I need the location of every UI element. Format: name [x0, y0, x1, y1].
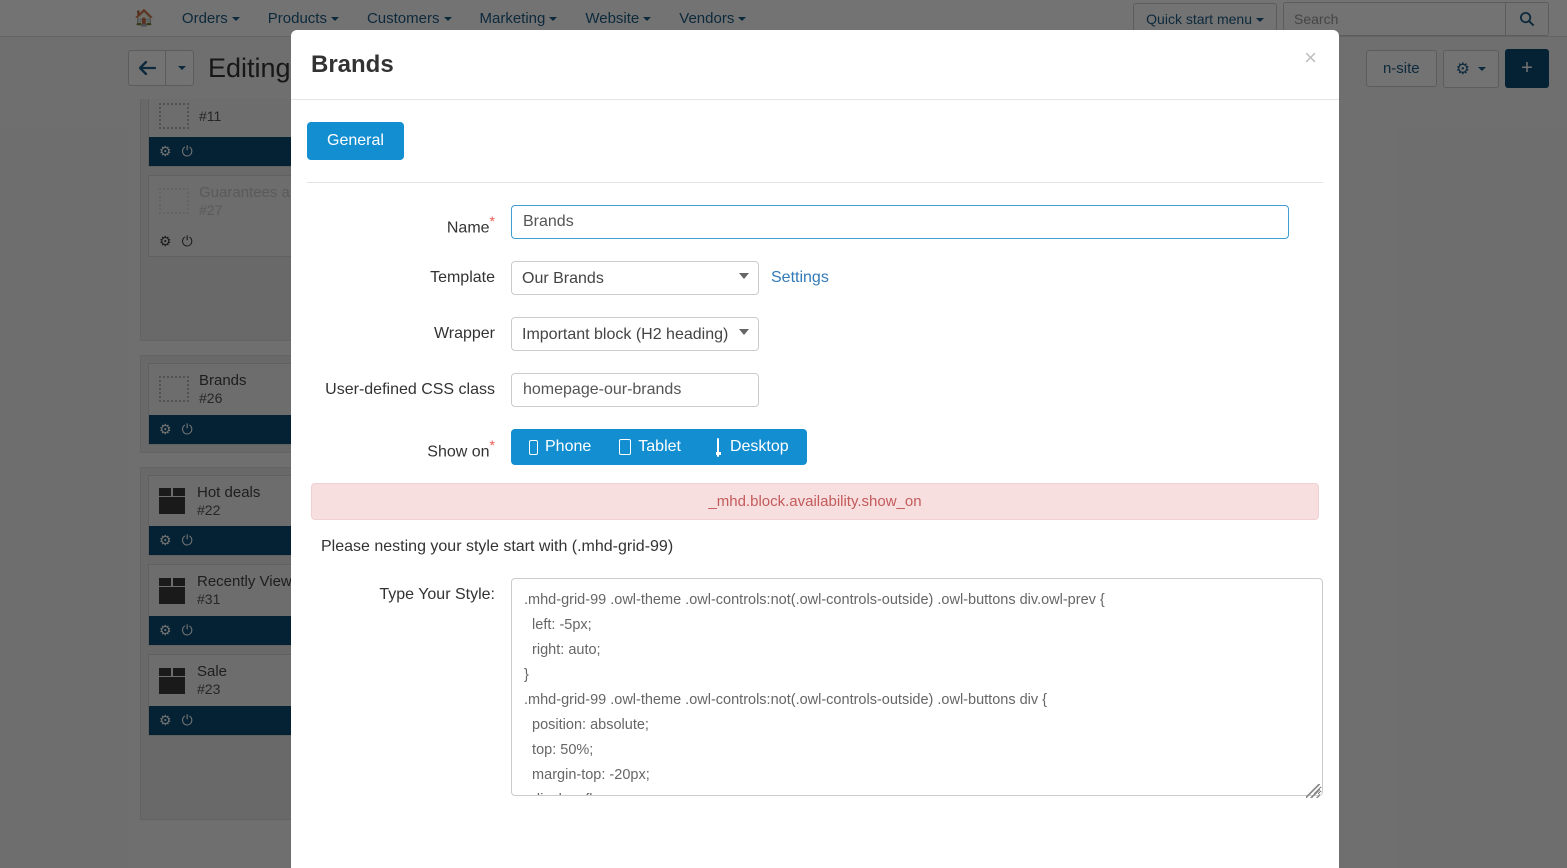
show-on-label-text: Show on	[427, 443, 490, 461]
close-icon[interactable]: ×	[1298, 46, 1323, 70]
phone-icon	[529, 439, 538, 455]
template-select-wrap: Our Brands	[511, 261, 759, 295]
name-label-text: Name	[446, 219, 490, 237]
form-row-css-class: User-defined CSS class	[307, 373, 1323, 407]
tablet-icon	[619, 439, 632, 455]
css-class-control-area	[511, 373, 1323, 407]
brands-modal: Brands × General Name* Template	[291, 30, 1339, 868]
show-on-button-group: Phone Tablet Desktop	[511, 429, 807, 465]
wrapper-select[interactable]: Important block (H2 heading)	[511, 317, 759, 351]
tab-general[interactable]: General	[307, 122, 404, 160]
modal-body: General Name* Template Our Brands	[291, 100, 1339, 801]
show-on-desktop-label: Desktop	[729, 438, 789, 455]
wrapper-label: Wrapper	[433, 325, 495, 342]
tab-bar: General	[307, 122, 1323, 160]
template-settings-link[interactable]: Settings	[771, 269, 829, 287]
form-row-wrapper: Wrapper Important block (H2 heading)	[307, 317, 1323, 351]
wrapper-select-wrap: Important block (H2 heading)	[511, 317, 759, 351]
required-marker: *	[489, 213, 495, 229]
form-row-name: Name*	[307, 205, 1323, 239]
desktop-icon	[709, 438, 728, 457]
show-on-tablet-label: Tablet	[638, 438, 681, 455]
tabs-divider	[307, 182, 1323, 183]
template-control-area: Our Brands Settings	[511, 261, 1323, 295]
modal-title: Brands	[311, 50, 394, 78]
template-label: Template	[430, 269, 495, 286]
show-on-phone-label: Phone	[545, 438, 592, 455]
css-class-input[interactable]	[511, 373, 759, 407]
form-row-template: Template Our Brands Settings	[307, 261, 1323, 295]
show-on-label: Show on*	[307, 429, 511, 461]
show-on-control-area: Phone Tablet Desktop	[511, 429, 1323, 465]
show-on-alert: _mhd.block.availability.show_on	[311, 483, 1319, 520]
wrapper-control-area: Important block (H2 heading)	[511, 317, 1323, 351]
page-root: 🏠 Orders Products Customers Marketing We…	[0, 0, 1567, 868]
style-textarea-wrap: .mhd-grid-99 .owl-theme .owl-controls:no…	[511, 578, 1323, 801]
form-row-style: Type Your Style: .mhd-grid-99 .owl-theme…	[307, 578, 1323, 801]
show-on-phone-button[interactable]: Phone	[511, 429, 606, 465]
show-on-desktop-button[interactable]: Desktop	[694, 429, 807, 465]
style-textarea[interactable]: .mhd-grid-99 .owl-theme .owl-controls:no…	[511, 578, 1323, 796]
form-row-show-on: Show on* Phone Tablet Desktop	[307, 429, 1323, 465]
name-input[interactable]	[511, 205, 1289, 239]
name-label: Name*	[307, 205, 511, 237]
name-control-area	[511, 205, 1323, 239]
show-on-tablet-button[interactable]: Tablet	[605, 429, 695, 465]
style-label: Type Your Style:	[379, 586, 495, 603]
css-class-label: User-defined CSS class	[325, 381, 495, 398]
required-marker: *	[489, 437, 495, 453]
modal-header: Brands ×	[291, 30, 1339, 100]
template-select[interactable]: Our Brands	[511, 261, 759, 295]
nesting-hint: Please nesting your style start with (.m…	[321, 538, 674, 555]
style-control-area: .mhd-grid-99 .owl-theme .owl-controls:no…	[511, 578, 1323, 801]
